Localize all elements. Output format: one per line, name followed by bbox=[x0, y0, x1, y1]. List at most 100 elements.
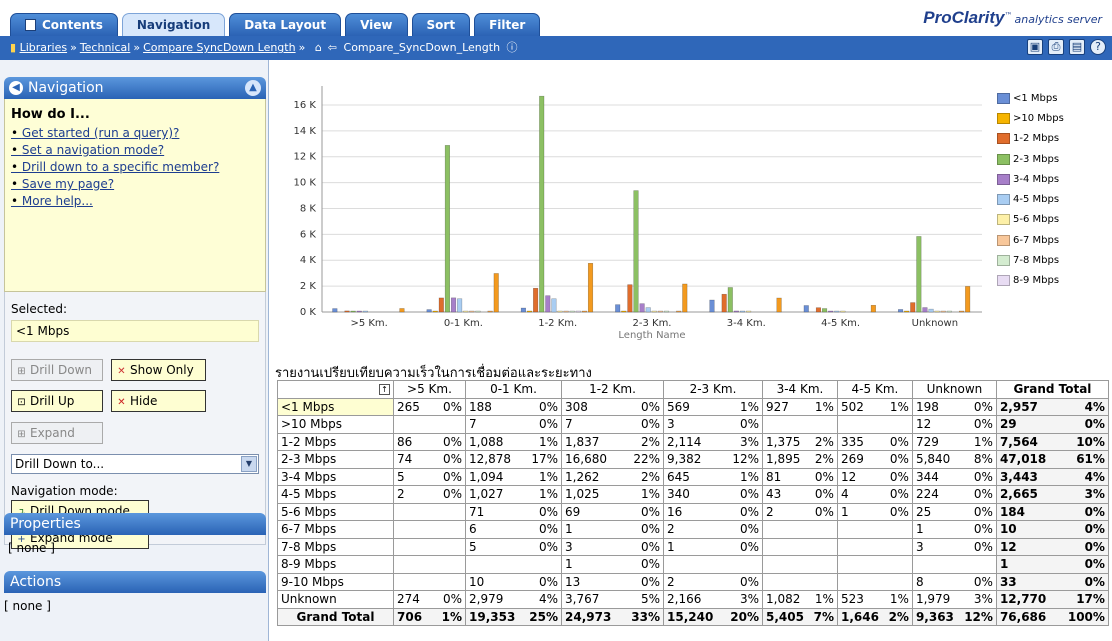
bar-unknown[interactable] bbox=[587, 263, 594, 313]
bar-4-5-mbps[interactable] bbox=[834, 310, 840, 313]
bar-unknown[interactable] bbox=[870, 304, 876, 313]
table-cell[interactable]: 344 0% bbox=[911, 467, 997, 486]
table-cell[interactable]: 8 0% bbox=[911, 572, 997, 591]
table-cell[interactable]: 2,979 4% bbox=[465, 590, 562, 609]
table-cell[interactable]: 5 0% bbox=[465, 537, 562, 556]
bar-7-8-mbps[interactable] bbox=[663, 310, 670, 313]
bar-3-4-mbps[interactable] bbox=[450, 297, 457, 313]
table-cell[interactable]: 1 0% bbox=[561, 520, 664, 539]
table-cell[interactable]: 188 0% bbox=[465, 397, 562, 416]
row-header[interactable]: <1 Mbps bbox=[277, 397, 394, 416]
bar-4-5-mbps[interactable] bbox=[928, 308, 934, 313]
table-cell[interactable]: 3 0% bbox=[663, 415, 763, 434]
bar-2-3-mbps[interactable] bbox=[727, 287, 733, 313]
tab-filter[interactable]: Filter bbox=[474, 13, 541, 36]
table-cell[interactable]: 927 1% bbox=[762, 397, 838, 416]
table-cell[interactable]: 224 0% bbox=[911, 485, 997, 504]
table-cell[interactable]: 198 0% bbox=[911, 397, 997, 416]
bar-4-5-mbps[interactable] bbox=[362, 310, 368, 313]
table-cell[interactable]: 3 0% bbox=[561, 537, 664, 556]
row-header[interactable]: 9-10 Mbps bbox=[277, 572, 394, 591]
table-cell[interactable]: 2 0% bbox=[663, 520, 763, 539]
legend-item[interactable]: 3-4 Mbps bbox=[997, 169, 1064, 189]
row-header[interactable]: 5-6 Mbps bbox=[277, 502, 394, 521]
bar-unknown[interactable] bbox=[965, 286, 971, 313]
legend-item[interactable]: 5-6 Mbps bbox=[997, 210, 1064, 230]
drill-down-button[interactable]: ⊞ Drill Down bbox=[11, 359, 103, 381]
export-icon[interactable]: ▤ bbox=[1069, 39, 1085, 55]
table-cell[interactable]: 2,166 3% bbox=[663, 590, 763, 609]
bar--1-mbps[interactable] bbox=[615, 304, 621, 313]
table-cell[interactable] bbox=[393, 537, 466, 556]
column-header[interactable]: 4-5 Km. bbox=[836, 380, 913, 399]
table-cell[interactable]: 43 0% bbox=[762, 485, 838, 504]
grand-total-cell[interactable]: 7,564 10% bbox=[995, 432, 1109, 451]
bar-4-5-mbps[interactable] bbox=[739, 310, 746, 313]
back-icon[interactable]: ◀ bbox=[9, 81, 23, 95]
row-header[interactable]: 8-9 Mbps bbox=[277, 555, 394, 574]
print-icon[interactable]: ⎙ bbox=[1048, 39, 1064, 55]
actions-header[interactable]: Actions bbox=[4, 571, 266, 593]
table-cell[interactable]: 74 0% bbox=[393, 450, 466, 469]
drill-down-to-select[interactable]: Drill Down to... ▼ bbox=[11, 454, 259, 474]
row-header[interactable]: >10 Mbps bbox=[277, 415, 394, 434]
grand-total-cell[interactable]: 184 0% bbox=[995, 502, 1109, 521]
bar-7-8-mbps[interactable] bbox=[475, 310, 481, 313]
bar-1-2-mbps[interactable] bbox=[721, 293, 727, 313]
bar-1-2-mbps[interactable] bbox=[910, 302, 916, 313]
legend-item[interactable]: 2-3 Mbps bbox=[997, 149, 1064, 169]
grand-total-cell[interactable]: 76,686 100% bbox=[995, 607, 1109, 626]
bar-chart[interactable]: 0 K 2 K 4 K 6 K 8 K 10 K 12 K 14 K 16 K >5 Km. 0-1… bbox=[270, 60, 1112, 360]
table-cell[interactable]: 1,088 1% bbox=[465, 432, 562, 451]
tab-sort[interactable]: Sort bbox=[411, 13, 471, 36]
bar-4-5-mbps[interactable] bbox=[457, 298, 463, 313]
collapse-up-icon[interactable]: ▲ bbox=[245, 80, 261, 96]
bar-unknown[interactable] bbox=[493, 273, 499, 313]
table-cell[interactable]: 3 0% bbox=[911, 537, 997, 556]
row-header[interactable]: 3-4 Mbps bbox=[277, 467, 394, 486]
table-cell[interactable]: 265 0% bbox=[393, 397, 466, 416]
bar-7-8-mbps[interactable] bbox=[569, 310, 575, 313]
hide-button[interactable]: ✕ Hide bbox=[111, 390, 206, 412]
table-cell[interactable]: 1 0% bbox=[561, 555, 664, 574]
table-cell[interactable]: 16 0% bbox=[663, 502, 763, 521]
table-cell[interactable] bbox=[911, 555, 997, 574]
bar-5-6-mbps[interactable] bbox=[934, 310, 940, 313]
table-cell[interactable]: 86 0% bbox=[393, 432, 466, 451]
legend-item[interactable]: 8-9 Mbps bbox=[997, 271, 1064, 291]
bar--1-mbps[interactable] bbox=[898, 309, 904, 313]
table-cell[interactable]: 6 0% bbox=[465, 520, 562, 539]
table-cell[interactable]: 9,363 12% bbox=[911, 607, 997, 626]
table-cell[interactable]: 335 0% bbox=[836, 432, 913, 451]
breadcrumb-technical[interactable]: Technical bbox=[80, 41, 131, 54]
bar-7-8-mbps[interactable] bbox=[946, 310, 952, 313]
table-cell[interactable]: 729 1% bbox=[911, 432, 997, 451]
table-cell[interactable]: 523 1% bbox=[836, 590, 913, 609]
grand-total-cell[interactable]: 12,770 17% bbox=[995, 590, 1109, 609]
table-cell[interactable] bbox=[836, 415, 913, 434]
bar-6-7-mbps[interactable] bbox=[563, 310, 569, 313]
table-cell[interactable]: 1,895 2% bbox=[762, 450, 838, 469]
table-cell[interactable]: 15,240 20% bbox=[663, 607, 763, 626]
legend-item[interactable]: 1-2 Mbps bbox=[997, 129, 1064, 149]
grand-total-cell[interactable]: 10 0% bbox=[995, 520, 1109, 539]
tab-contents[interactable]: Contents bbox=[10, 13, 118, 36]
tab-data-layout[interactable]: Data Layout bbox=[229, 13, 342, 36]
bar-6-7-mbps[interactable] bbox=[469, 310, 475, 313]
table-cell[interactable]: 1,094 1% bbox=[465, 467, 562, 486]
bar-2-3-mbps[interactable] bbox=[633, 190, 639, 313]
help-link-drill-down[interactable]: Drill down to a specific member? bbox=[11, 160, 259, 174]
table-cell[interactable] bbox=[836, 520, 913, 539]
legend-item[interactable]: 7-8 Mbps bbox=[997, 250, 1064, 270]
table-cell[interactable]: 12 0% bbox=[836, 467, 913, 486]
bar-3-4-mbps[interactable] bbox=[639, 303, 645, 313]
bar-2-3-mbps[interactable] bbox=[444, 145, 450, 313]
bar-1-2-mbps[interactable] bbox=[438, 297, 444, 313]
table-cell[interactable]: 340 0% bbox=[663, 485, 763, 504]
table-cell[interactable] bbox=[836, 537, 913, 556]
bar-1-2-mbps[interactable] bbox=[533, 287, 539, 313]
bar-unknown[interactable] bbox=[776, 297, 782, 313]
bar-1-2-mbps[interactable] bbox=[815, 307, 822, 313]
bar--1-mbps[interactable] bbox=[803, 305, 809, 313]
home-icon[interactable]: ⌂ bbox=[315, 36, 322, 60]
